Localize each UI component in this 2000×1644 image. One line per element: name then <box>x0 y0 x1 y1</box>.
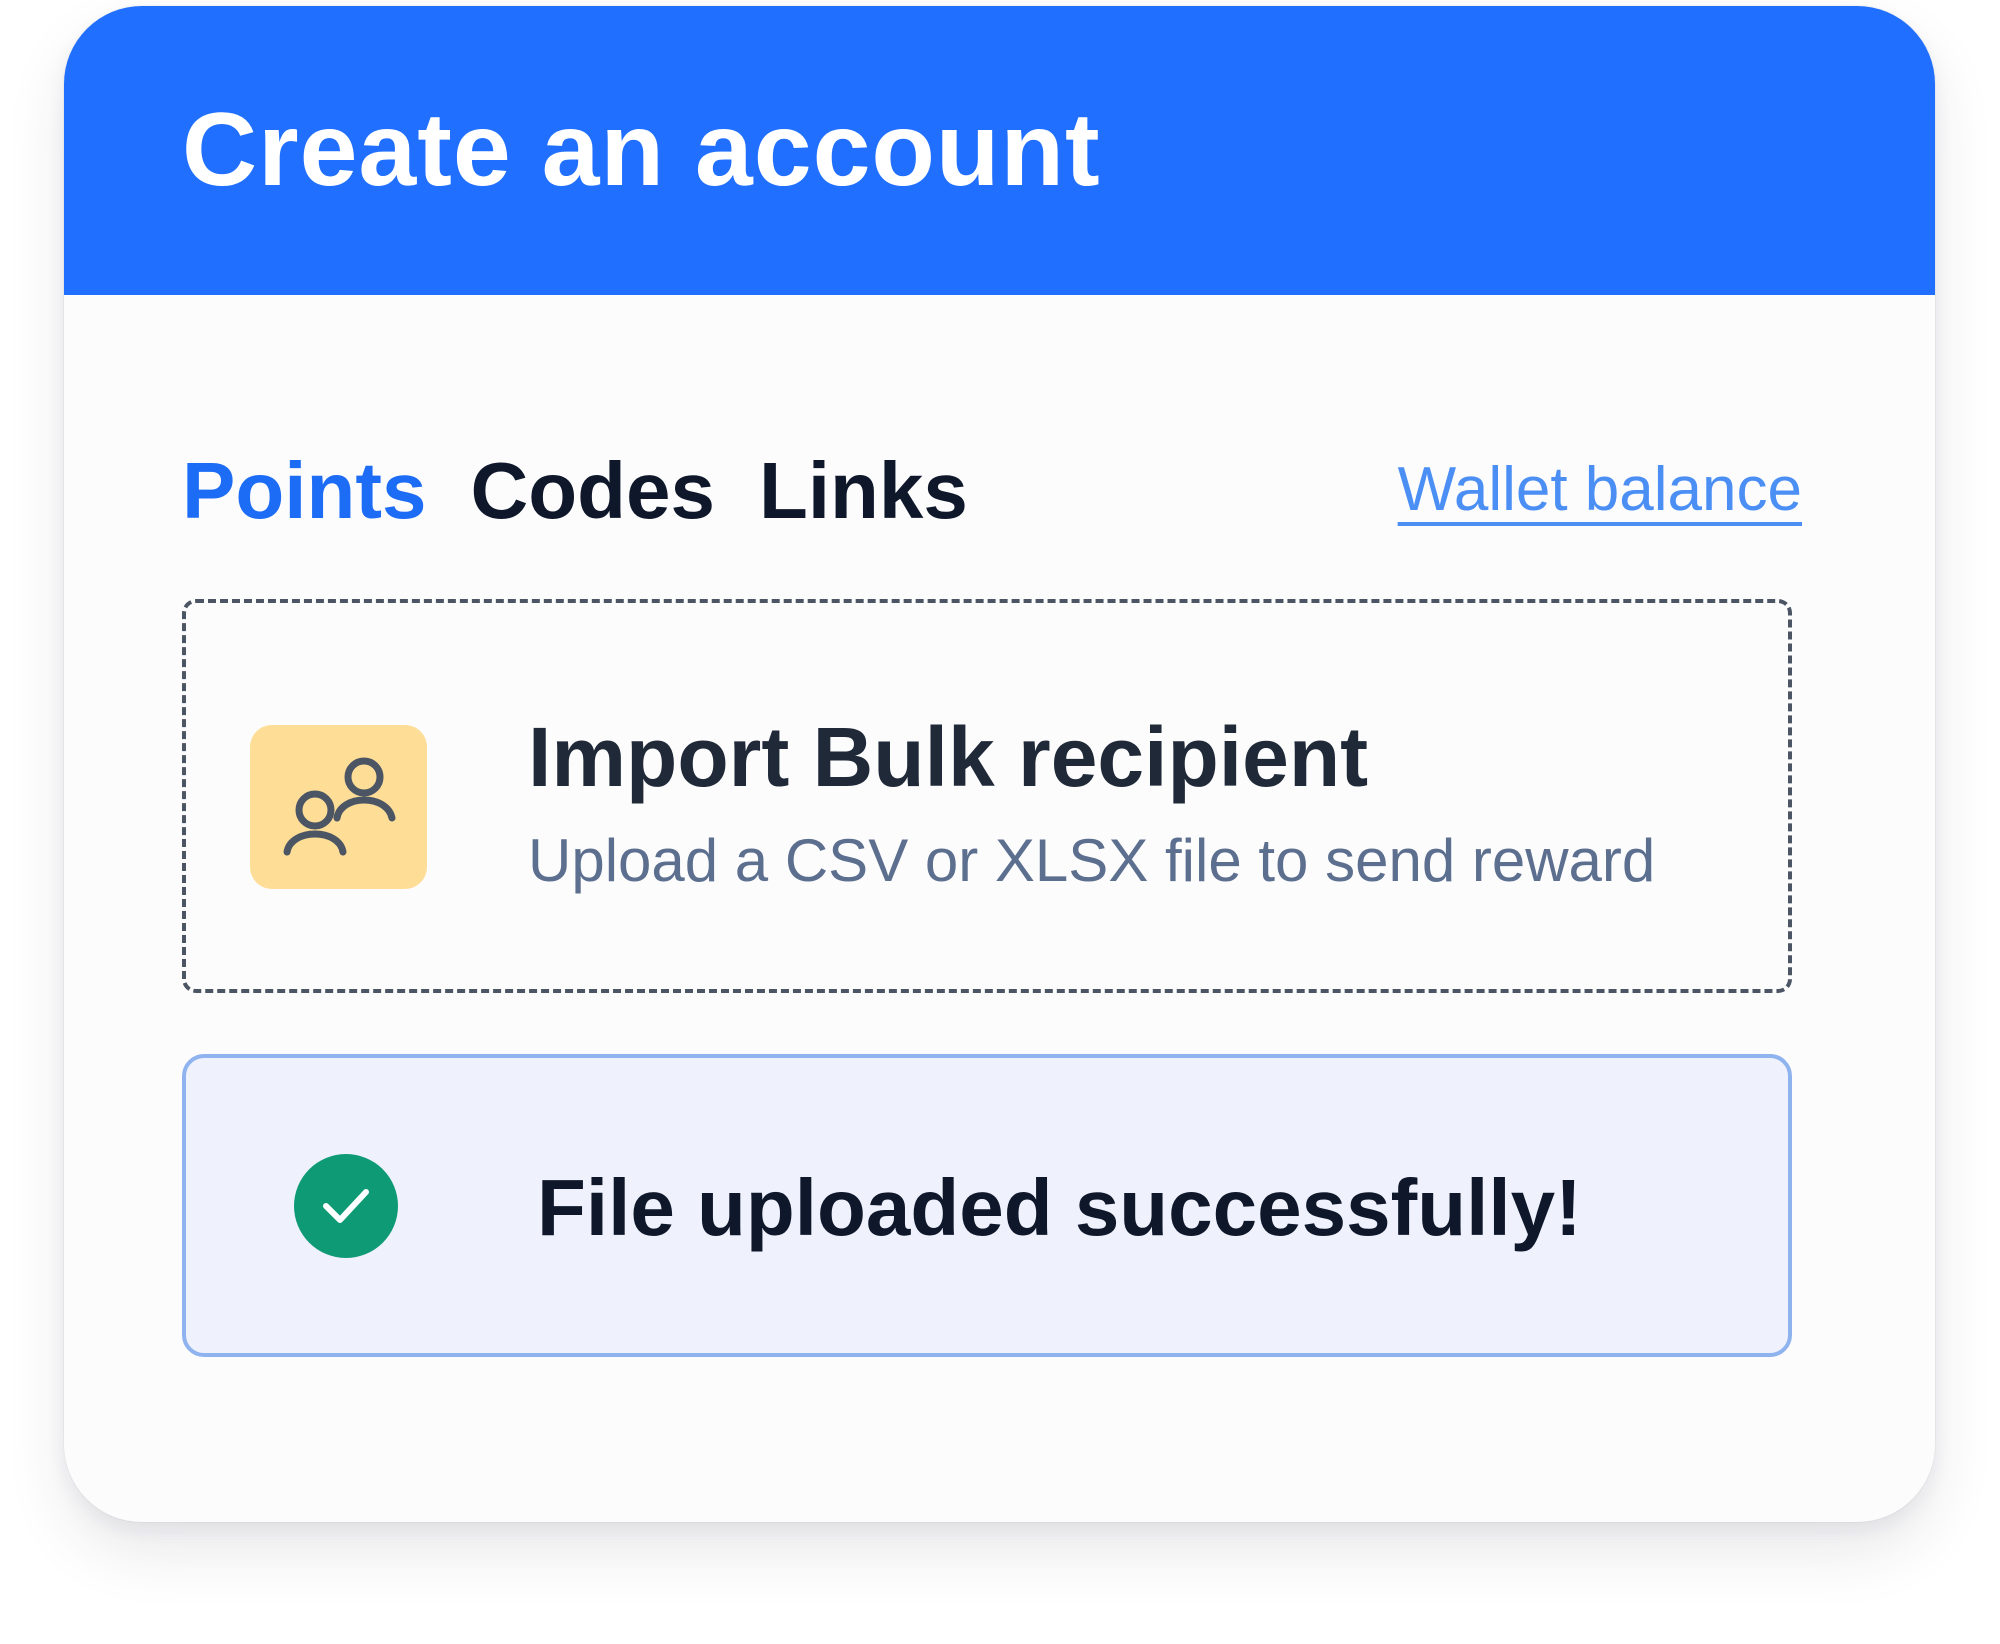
tab-codes[interactable]: Codes <box>470 451 715 531</box>
upload-success-alert: File uploaded successfully! <box>182 1054 1792 1357</box>
card-header: Create an account <box>64 6 1935 295</box>
create-account-card: Create an account Points Codes Links Wal… <box>64 6 1935 1522</box>
page-title: Create an account <box>182 92 1101 208</box>
success-message: File uploaded successfully! <box>537 1163 1582 1252</box>
users-icon <box>250 725 427 889</box>
tab-points[interactable]: Points <box>182 451 426 531</box>
import-title: Import Bulk recipient <box>528 710 1369 804</box>
tab-links[interactable]: Links <box>759 451 968 531</box>
check-circle-icon <box>294 1154 398 1258</box>
wallet-balance-link[interactable]: Wallet balance <box>1398 459 1802 521</box>
bulk-import-dropzone[interactable]: Import Bulk recipient Upload a CSV or XL… <box>182 599 1792 993</box>
tab-bar: Points Codes Links <box>182 451 968 531</box>
import-subtitle: Upload a CSV or XLSX file to send reward <box>528 827 1656 894</box>
